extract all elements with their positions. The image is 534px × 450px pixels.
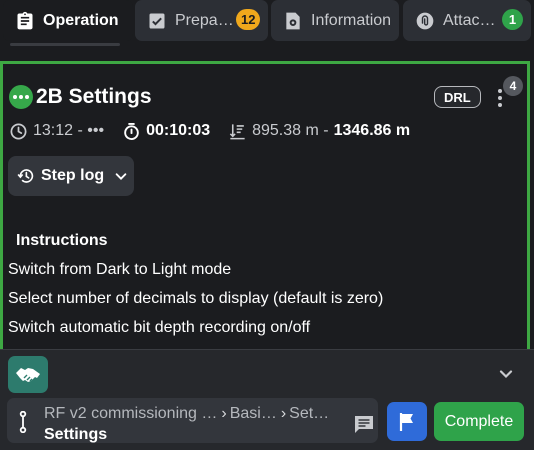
tab-information[interactable]: Information xyxy=(271,0,399,41)
tab-label: Attac… xyxy=(443,11,496,29)
step-title: 2B Settings xyxy=(36,85,152,108)
stopwatch-icon xyxy=(124,122,139,140)
count-badge: 12 xyxy=(236,9,261,30)
action-bar xyxy=(0,349,534,394)
breadcrumb-item[interactable]: Set… xyxy=(289,405,329,422)
instruction-line: Switch from Dark to Light mode xyxy=(8,261,232,278)
tab-preparation[interactable]: Prepa… 12 xyxy=(135,0,268,41)
chevron-down-icon xyxy=(115,173,127,180)
chevron-down-icon[interactable] xyxy=(498,366,514,382)
step-path-icon xyxy=(19,411,27,433)
start-time: 13:12 - ••• xyxy=(33,122,105,139)
drl-tag[interactable]: DRL xyxy=(434,86,481,108)
instructions-title: Instructions xyxy=(16,232,108,249)
paperclip-icon xyxy=(416,12,434,29)
history-icon xyxy=(17,169,34,183)
breadcrumb[interactable]: RF v2 commissioning … › Basi… › Set… Setting… xyxy=(7,398,378,443)
complete-button[interactable]: Complete xyxy=(434,402,524,441)
breadcrumb-item[interactable]: RF v2 commissioning … xyxy=(44,405,217,422)
instruction-line: Switch automatic bit depth recording on/… xyxy=(8,319,311,336)
count-badge: 1 xyxy=(502,9,523,30)
tab-operation[interactable]: Operation xyxy=(3,0,133,41)
instruction-line: Select number of decimals to display (de… xyxy=(8,290,384,307)
tab-label: Prepa… xyxy=(175,11,234,29)
handover-button[interactable] xyxy=(8,356,48,393)
flag-icon xyxy=(399,412,413,431)
handshake-icon xyxy=(16,367,40,382)
clock-icon xyxy=(10,123,27,139)
step-log-button[interactable]: Step log xyxy=(8,156,134,196)
chevron-right-icon: › xyxy=(280,405,287,422)
breadcrumb-path: RF v2 commissioning … › Basi… › Set… xyxy=(44,405,329,423)
tab-bar: Operation Prepa… 12 Information Attac… 1 xyxy=(0,0,534,52)
clipboard-icon xyxy=(17,11,33,29)
footer: RF v2 commissioning … › Basi… › Set… Setting… xyxy=(0,394,534,450)
tab-indicator xyxy=(10,43,120,46)
in-progress-dots-icon xyxy=(9,85,33,109)
depth-from: 895.38 m - xyxy=(252,122,329,139)
comment-icon[interactable] xyxy=(353,414,375,434)
step-log-label: Step log xyxy=(41,167,105,184)
depth-icon xyxy=(229,123,245,139)
breadcrumb-current: Settings xyxy=(44,426,108,443)
duration: 00:10:03 xyxy=(146,122,211,139)
tab-label: Information xyxy=(311,11,392,29)
checklist-icon xyxy=(149,13,165,28)
breadcrumb-item[interactable]: Basi… xyxy=(230,405,277,422)
flag-button[interactable] xyxy=(387,402,427,441)
gear-file-icon xyxy=(286,12,300,29)
depth-to: 1346.86 m xyxy=(333,122,411,139)
notification-count-badge: 4 xyxy=(503,76,523,96)
tab-attachments[interactable]: Attac… 1 xyxy=(403,0,531,41)
step-card: 2B Settings DRL 4 13:12 - ••• 00:10:03 8… xyxy=(0,61,530,349)
tab-label: Operation xyxy=(43,11,119,29)
chevron-right-icon: › xyxy=(221,405,227,422)
step-meta: 13:12 - ••• 00:10:03 895.38 m - 1346.86 … xyxy=(9,120,410,142)
